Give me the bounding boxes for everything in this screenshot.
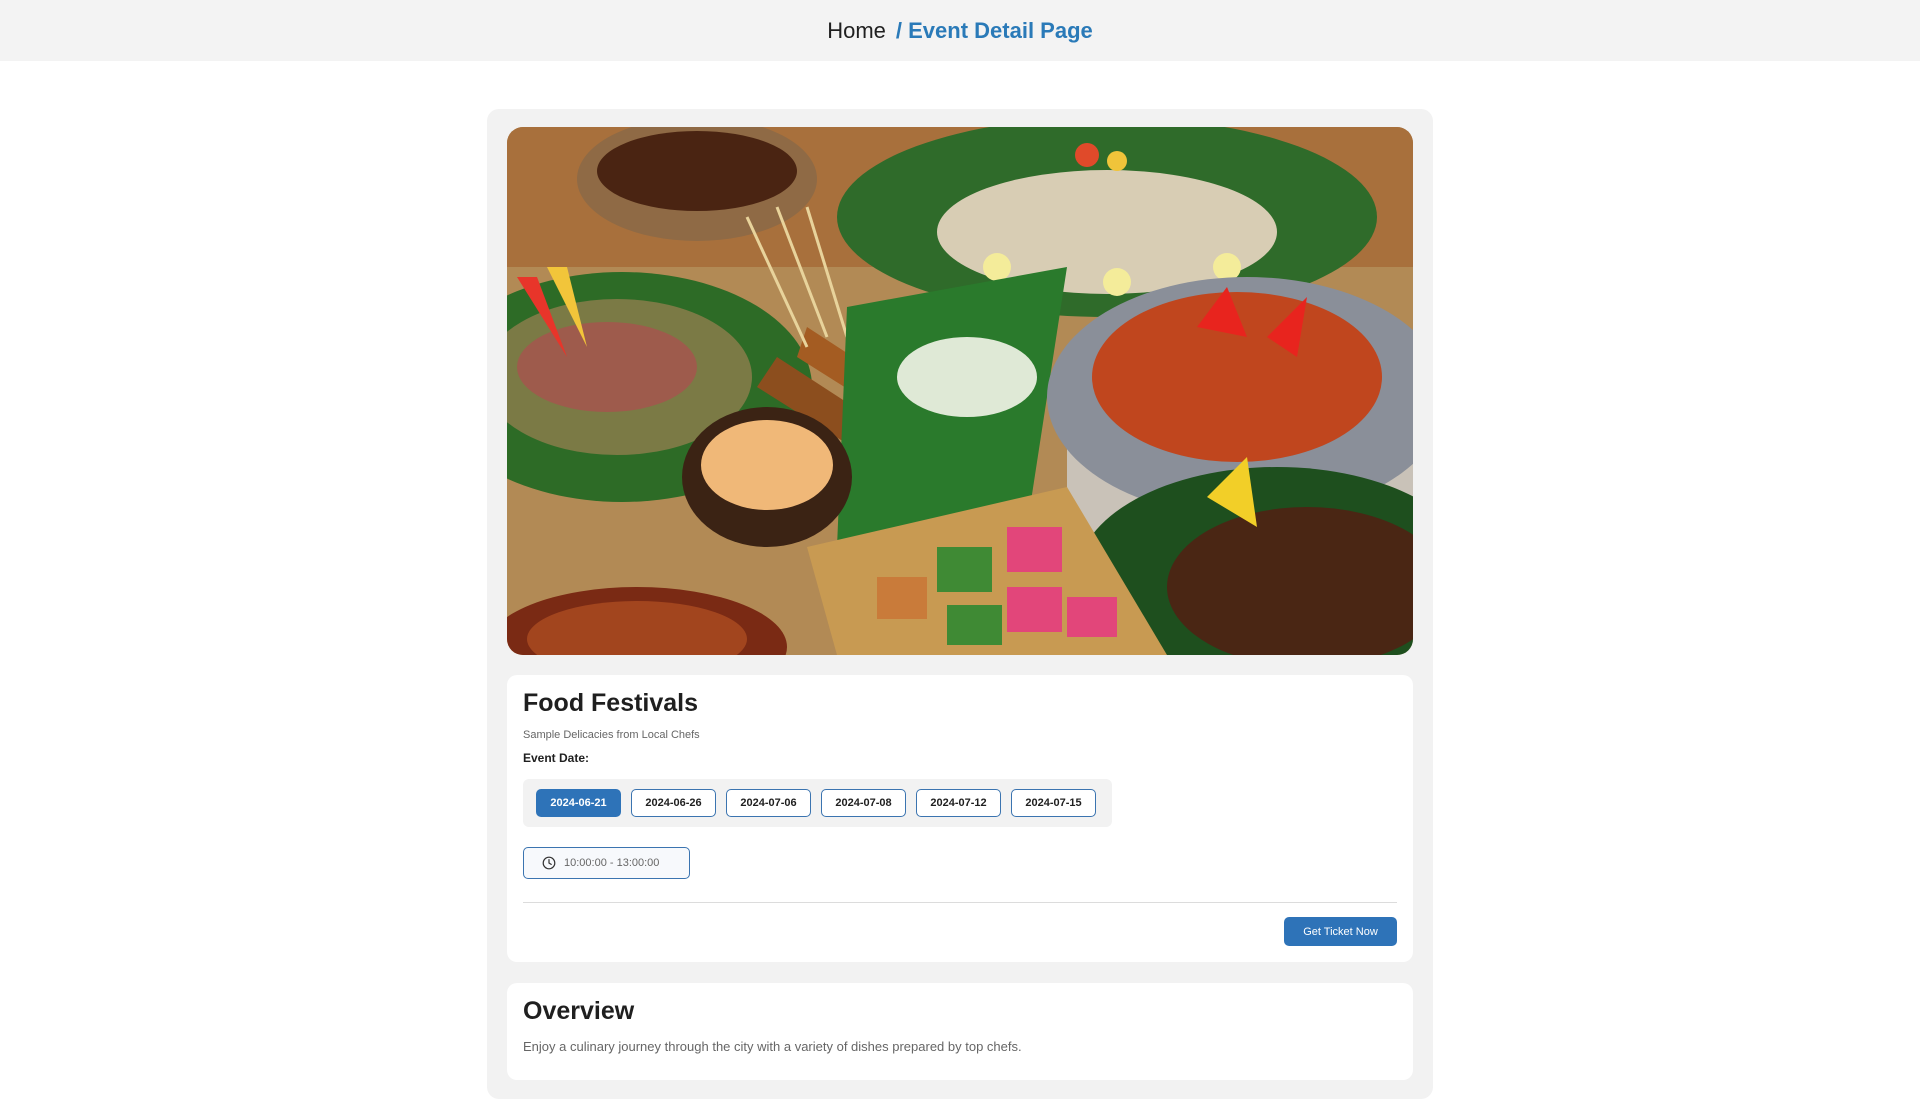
event-date-selector: 2024-06-21 2024-06-26 2024-07-06 2024-07… — [523, 779, 1112, 827]
event-detail-panel: Food Festivals Sample Delicacies from Lo… — [487, 109, 1433, 1099]
event-subtitle: Sample Delicacies from Local Chefs — [523, 729, 700, 741]
date-option[interactable]: 2024-06-26 — [631, 789, 716, 817]
top-bar: Home / Event Detail Page — [0, 0, 1920, 61]
event-info-card: Food Festivals Sample Delicacies from Lo… — [507, 675, 1413, 962]
overview-card: Overview Enjoy a culinary journey throug… — [507, 983, 1413, 1080]
event-title: Food Festivals — [523, 689, 699, 717]
breadcrumb-current: / Event Detail Page — [895, 17, 1093, 43]
breadcrumb: Home / Event Detail Page — [827, 18, 1093, 44]
event-hero-image — [507, 127, 1413, 655]
breadcrumb-home-link[interactable]: Home — [827, 18, 886, 44]
overview-text: Enjoy a culinary journey through the cit… — [523, 1039, 1022, 1054]
date-option[interactable]: 2024-07-15 — [1011, 789, 1096, 817]
overview-title: Overview — [523, 997, 635, 1025]
date-option[interactable]: 2024-07-12 — [916, 789, 1001, 817]
divider — [523, 902, 1397, 903]
food-spread-illustration — [507, 127, 1413, 655]
event-time-slot[interactable]: 10:00:00 - 13:00:00 — [523, 847, 690, 879]
event-time-text: 10:00:00 - 13:00:00 — [564, 857, 660, 869]
date-option[interactable]: 2024-07-08 — [821, 789, 906, 817]
date-option[interactable]: 2024-07-06 — [726, 789, 811, 817]
get-ticket-button[interactable]: Get Ticket Now — [1284, 917, 1397, 946]
clock-icon — [542, 856, 556, 870]
event-date-label: Event Date: — [523, 751, 590, 765]
date-option[interactable]: 2024-06-21 — [536, 789, 621, 817]
